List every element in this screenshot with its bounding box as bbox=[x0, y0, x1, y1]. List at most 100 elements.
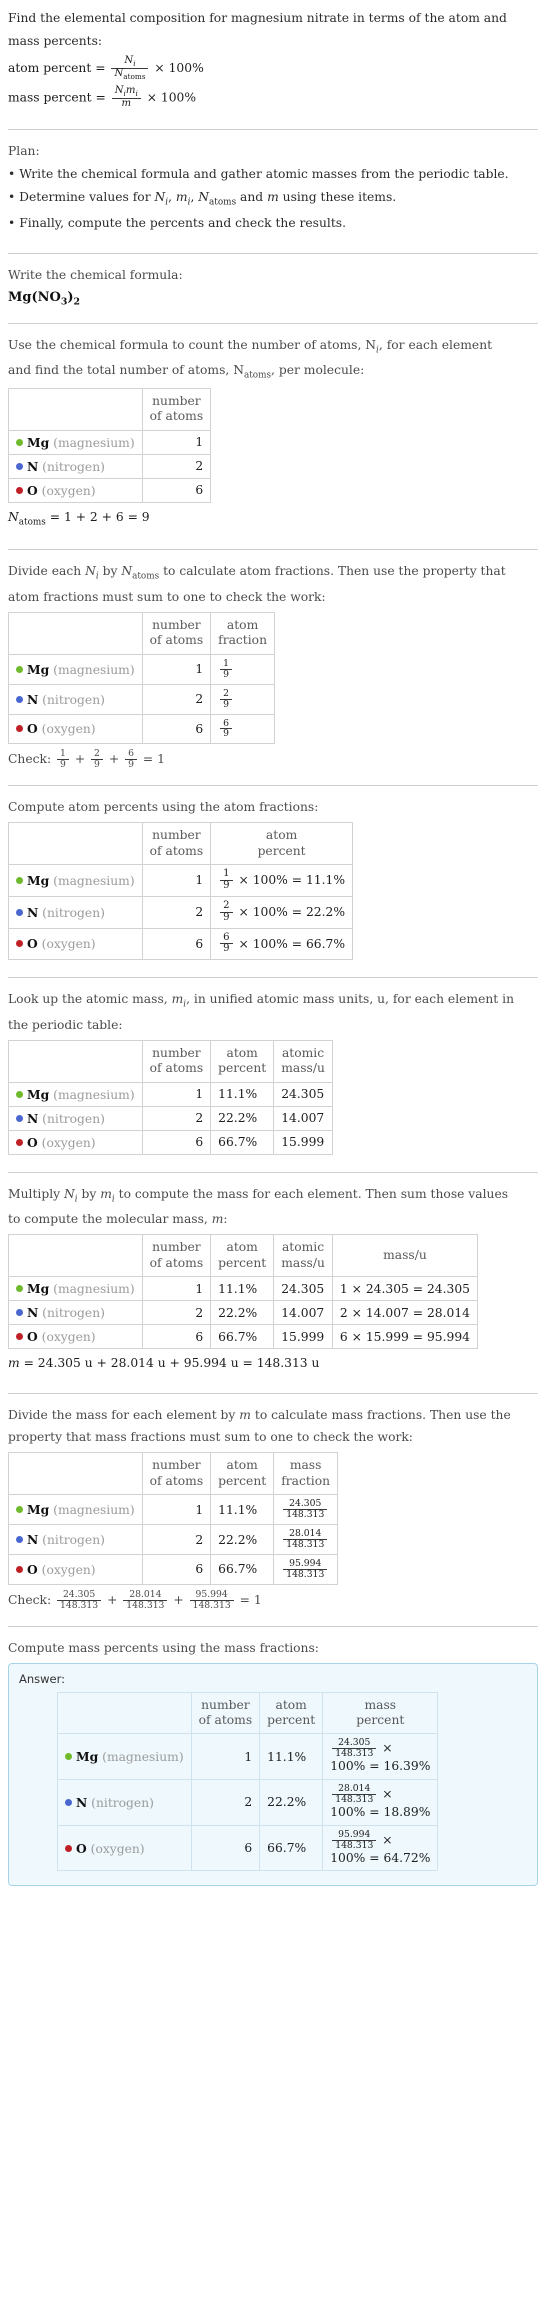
header-line-2: percent bbox=[218, 1473, 267, 1488]
element-symbol: N bbox=[27, 691, 39, 707]
atoms-count: 6 bbox=[141, 1129, 212, 1155]
mass-percent-expression: 95.994 148.313 × 100% = 64.72% bbox=[322, 1824, 439, 1872]
atoms-count: 6 bbox=[141, 1553, 212, 1585]
header-line-2: of atoms bbox=[149, 409, 204, 424]
atom-fraction: 1 9 bbox=[220, 658, 233, 680]
answer-label: Answer: bbox=[19, 1671, 66, 1686]
fraction-denominator: 148.313 bbox=[189, 1599, 234, 1611]
element-cell-n: N (nitrogen) bbox=[8, 1105, 143, 1131]
element-name: (oxygen) bbox=[90, 1841, 145, 1856]
element-color-dot-icon bbox=[65, 1798, 72, 1806]
atomic-mass-value: 14.007 bbox=[273, 1300, 333, 1326]
ni-subscript: i bbox=[133, 58, 136, 68]
element-cell-o: O (oxygen) bbox=[8, 713, 143, 745]
element-name: (magnesium) bbox=[53, 662, 135, 677]
atoms-count: 6 bbox=[141, 477, 212, 503]
element-color-dot-icon bbox=[16, 1114, 23, 1122]
header-line-1: number bbox=[152, 828, 201, 843]
fraction-denominator: 9 bbox=[91, 759, 103, 770]
mass-percent-expression: 28.014 148.313 × 100% = 18.89% bbox=[322, 1779, 439, 1826]
natoms-sub-2: atoms bbox=[209, 197, 237, 208]
mass-expression: 2 × 14.007 = 28.014 bbox=[331, 1300, 479, 1326]
element-color-dot-icon bbox=[16, 908, 23, 916]
header-line-1: atom bbox=[226, 1458, 258, 1473]
fraction-numerator: 2 bbox=[223, 899, 230, 911]
mass-percent-tail: 100% = bbox=[330, 1759, 380, 1774]
mass-fraction-section: Divide the mass for each element by m to… bbox=[8, 1403, 538, 1617]
ni-symbol: N bbox=[124, 54, 134, 66]
m-symbol-total: m bbox=[8, 1356, 20, 1371]
atoms-count: 6 bbox=[190, 1824, 261, 1872]
header-line-2: of atoms bbox=[149, 1061, 204, 1076]
natoms-sub-3: atoms bbox=[18, 517, 46, 528]
atom-percent-times100: × 100% bbox=[154, 60, 204, 75]
atom-percent-value: 11.1% bbox=[210, 1276, 275, 1302]
table-row: O (oxygen) 6 6 9 × 100% = 66.7% bbox=[8, 927, 354, 961]
mass-percent-tail: 100% = bbox=[330, 1805, 380, 1820]
table-row: Mg (magnesium) 1 11.1% 24.305 bbox=[8, 1081, 333, 1107]
plan-heading: Plan: bbox=[8, 144, 40, 159]
mi-sub-mass: i bbox=[135, 88, 138, 98]
element-symbol: N bbox=[27, 1305, 39, 1321]
atomic-mass-table: number of atoms atom percent atomic mass… bbox=[8, 1040, 333, 1155]
atom-fraction: 2 9 bbox=[220, 688, 233, 710]
header-atom-percent: atom percent bbox=[210, 1234, 275, 1278]
element-symbol: O bbox=[27, 936, 38, 952]
element-symbol: O bbox=[27, 1329, 38, 1345]
atom-percent-value: 22.2% bbox=[259, 1779, 324, 1826]
header-number-of-atoms: number of atoms bbox=[141, 1040, 212, 1083]
mass-fraction-cell: 24.305 148.313 bbox=[273, 1494, 339, 1526]
m-symbol-2: m bbox=[175, 190, 188, 205]
element-color-dot-icon bbox=[16, 1565, 23, 1573]
header-number-of-atoms: number of atoms bbox=[141, 611, 212, 655]
element-symbol: Mg bbox=[76, 1749, 99, 1765]
table-row: Mg (magnesium) 1 1 9 bbox=[8, 653, 275, 685]
atoms-count: 6 bbox=[141, 1324, 212, 1350]
atoms-count: 1 bbox=[141, 1494, 212, 1526]
atoms-count: 1 bbox=[190, 1733, 261, 1781]
header-mass-fraction: mass fraction bbox=[273, 1452, 339, 1496]
divider bbox=[8, 1625, 538, 1627]
table-header-row: number of atoms atom percent mass fracti… bbox=[8, 1452, 339, 1496]
element-color-dot-icon bbox=[16, 1090, 23, 1098]
atomic-mass-section: Look up the atomic mass, mi, in unified … bbox=[8, 987, 538, 1162]
atom-percent-table: number of atoms atom percent Mg (magnesi… bbox=[8, 822, 354, 961]
header-atom-percent: atom percent bbox=[210, 822, 354, 866]
fraction-denominator: 9 bbox=[220, 911, 233, 924]
table-header-row: number of atoms atom percent mass percen… bbox=[57, 1691, 439, 1735]
header-line-2: fraction bbox=[218, 633, 267, 648]
element-name: (magnesium) bbox=[53, 1282, 135, 1297]
atoms-count: 1 bbox=[141, 429, 212, 455]
check-mass-fraction-3: 95.994 148.313 bbox=[189, 1589, 234, 1611]
element-cell-o: O (oxygen) bbox=[8, 1553, 143, 1585]
plus-2: + bbox=[108, 752, 120, 767]
header-atom-percent: atom percent bbox=[259, 1691, 324, 1735]
mass-fraction-table: number of atoms atom percent mass fracti… bbox=[8, 1452, 339, 1585]
atom-fraction-check: Check: 1 9 + 2 9 + 6 9 = 1 bbox=[8, 749, 538, 770]
element-cell-o: O (oxygen) bbox=[57, 1824, 192, 1872]
n-symbol: N bbox=[154, 190, 166, 205]
atoms-count: 1 bbox=[141, 653, 212, 685]
answer-section: Compute mass percents using the mass fra… bbox=[8, 1636, 538, 1893]
table-header-row: number of atoms atom percent atomic mass… bbox=[8, 1040, 333, 1083]
fraction-numerator: 28.014 bbox=[338, 1783, 371, 1795]
header-line-2: of atoms bbox=[149, 843, 204, 858]
element-name: (nitrogen) bbox=[42, 1306, 105, 1321]
header-atom-fraction: atom fraction bbox=[210, 611, 275, 655]
fraction-denominator: 148.313 bbox=[283, 1568, 328, 1580]
plus-1: + bbox=[74, 752, 86, 767]
natoms-symbol-3: N bbox=[8, 509, 19, 524]
element-name: (magnesium) bbox=[53, 435, 135, 450]
bullet-glyph: • bbox=[8, 216, 16, 231]
atom-percent-expression: 1 9 × 100% = 11.1% bbox=[210, 864, 354, 897]
header-line-1: number bbox=[152, 1046, 201, 1060]
fraction-numerator: 2 bbox=[94, 748, 100, 760]
header-line-1: mass bbox=[289, 1458, 322, 1473]
element-name: (nitrogen) bbox=[42, 692, 105, 707]
formula-n: N bbox=[37, 289, 50, 305]
mass-fraction: 28.014 148.313 bbox=[332, 1783, 377, 1805]
atom-percent-value: 22.2% bbox=[210, 1300, 275, 1326]
header-line-2: fraction bbox=[281, 1473, 331, 1488]
atomic-mass-value: 15.999 bbox=[273, 1129, 333, 1155]
fraction-numerator: 28.014 bbox=[129, 1588, 162, 1600]
